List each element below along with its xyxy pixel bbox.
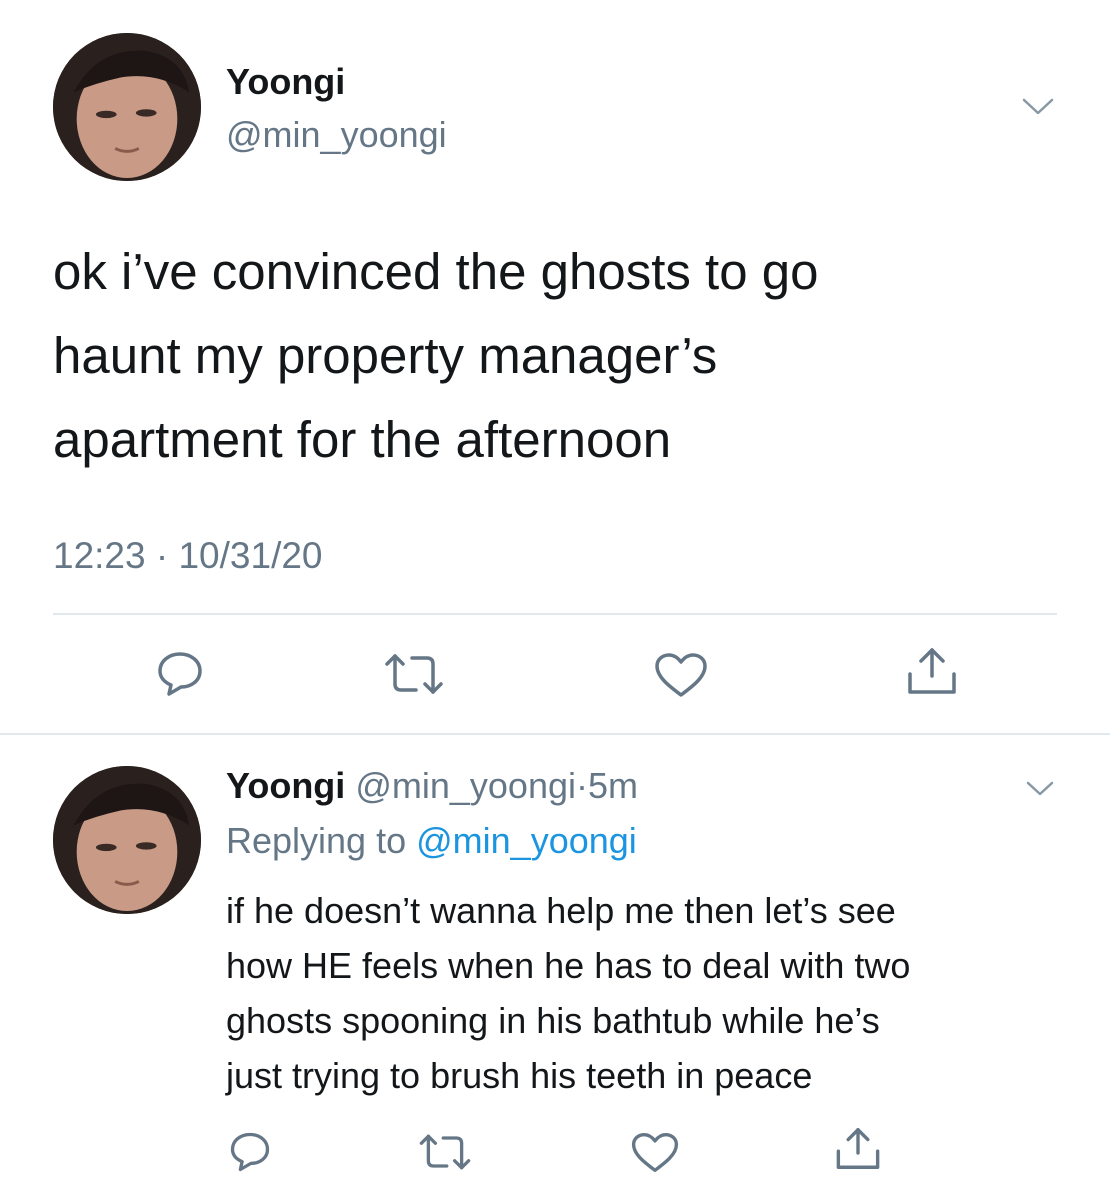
header-separator: · (576, 765, 588, 806)
avatar[interactable] (53, 766, 201, 914)
avatar[interactable] (53, 33, 201, 181)
tweet-timestamp[interactable]: 12:23 · 10/31/20 (53, 533, 323, 579)
reply-text-line: ghosts spooning in his bathtub while he’… (226, 1000, 880, 1041)
section-divider (0, 733, 1110, 735)
reply-text-line: if he doesn’t wanna help me then let’s s… (226, 890, 896, 931)
chevron-down-icon[interactable] (1018, 92, 1058, 118)
tweet-text-line: ok i’ve convinced the ghosts to go (53, 243, 819, 300)
author-name[interactable]: Yoongi (226, 765, 345, 806)
divider (53, 613, 1057, 615)
reply-text-line: how HE feels when he has to deal with tw… (226, 945, 911, 986)
replying-label: Replying to (226, 820, 407, 861)
tweet-text: ok i’ve convinced the ghosts to go haunt… (53, 230, 818, 482)
reply-text-line: just trying to brush his teeth in peace (226, 1055, 813, 1096)
retweet-icon[interactable] (417, 1131, 473, 1173)
reply-header: Yoongi @min_yoongi·5m (226, 764, 638, 808)
reply-icon[interactable] (228, 1131, 272, 1173)
chevron-down-icon[interactable] (1023, 777, 1057, 799)
tweet-text-line: apartment for the afternoon (53, 411, 672, 468)
share-icon[interactable] (904, 646, 960, 696)
tweet-time: 12:23 (53, 535, 146, 576)
like-icon[interactable] (630, 1132, 680, 1173)
retweet-icon[interactable] (382, 650, 446, 698)
tweet-text-line: haunt my property manager’s (53, 327, 718, 384)
tweet-age[interactable]: 5m (588, 765, 638, 806)
replying-handle-link[interactable]: @min_yoongi (416, 820, 637, 861)
avatar-photo (53, 766, 201, 914)
reply-icon[interactable] (155, 650, 205, 698)
replying-to: Replying to @min_yoongi (226, 819, 637, 863)
author-handle[interactable]: @min_yoongi (355, 765, 576, 806)
author-name[interactable]: Yoongi (226, 60, 345, 104)
share-icon[interactable] (833, 1126, 883, 1171)
like-icon[interactable] (653, 652, 709, 698)
reply-text: if he doesn’t wanna help me then let’s s… (226, 883, 910, 1103)
timestamp-separator: · (155, 535, 169, 576)
author-handle[interactable]: @min_yoongi (226, 113, 447, 157)
tweet-date: 10/31/20 (178, 535, 323, 576)
avatar-photo (53, 33, 201, 181)
